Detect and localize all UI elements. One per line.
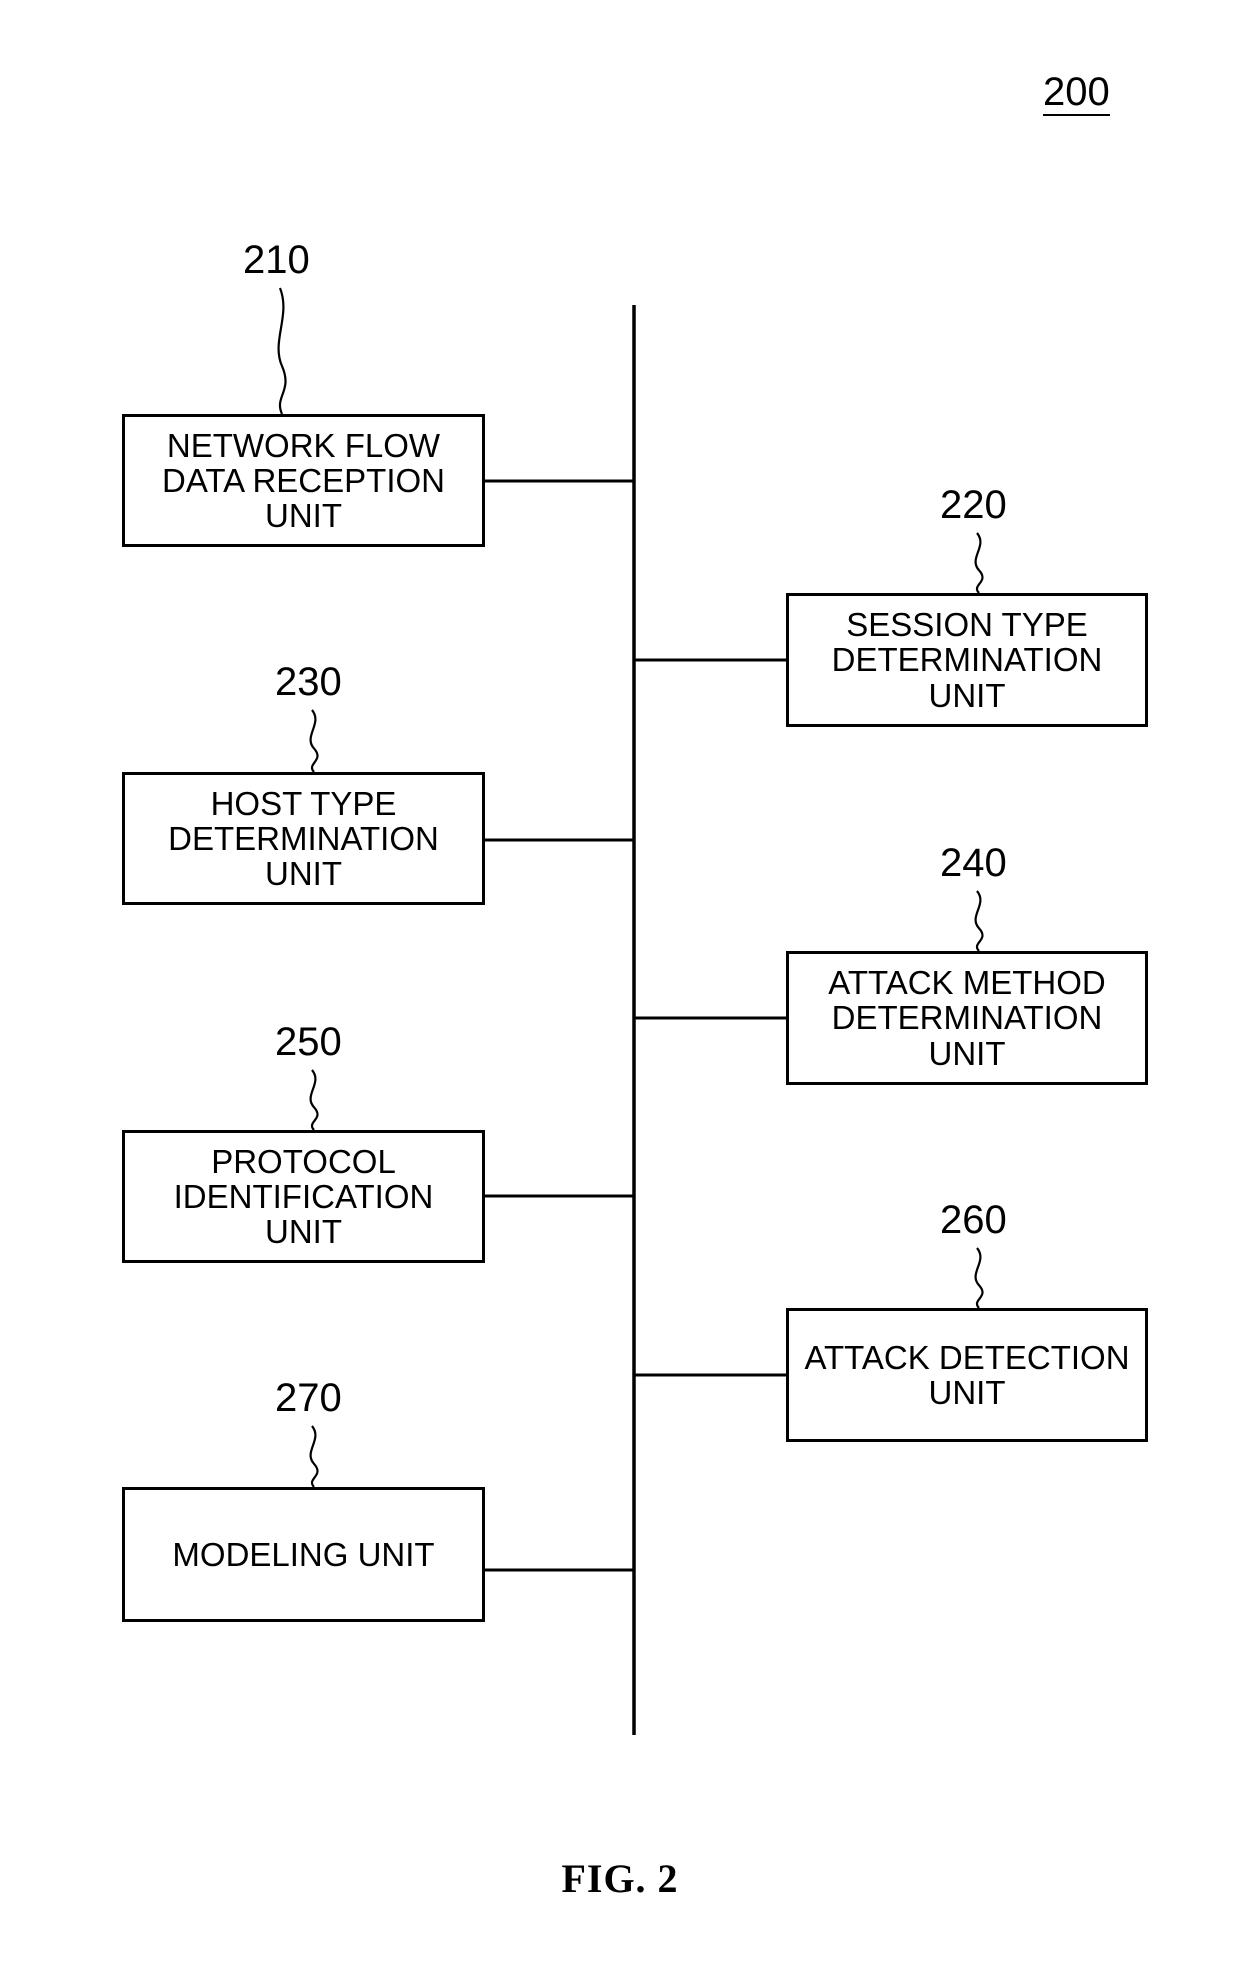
unit-box-240: ATTACK METHOD DETERMINATION UNIT (786, 951, 1148, 1085)
unit-box-220: SESSION TYPE DETERMINATION UNIT (786, 593, 1148, 727)
unit-label-240: ATTACK METHOD DETERMINATION UNIT (828, 964, 1106, 1072)
unit-box-210: NETWORK FLOW DATA RECEPTION UNIT (122, 414, 485, 547)
unit-label-220: SESSION TYPE DETERMINATION UNIT (831, 606, 1103, 714)
unit-box-230: HOST TYPE DETERMINATION UNIT (122, 772, 485, 905)
unit-box-270: MODELING UNIT (122, 1487, 485, 1622)
reference-number-250: 250 (275, 1020, 342, 1064)
reference-number-230: 230 (275, 660, 342, 704)
unit-label-230: HOST TYPE DETERMINATION UNIT (168, 784, 439, 893)
unit-box-260: ATTACK DETECTION UNIT (786, 1308, 1148, 1442)
unit-label-270: MODELING UNIT (172, 1535, 435, 1573)
figure-caption: FIG. 2 (561, 1856, 679, 1901)
unit-label-260: ATTACK DETECTION UNIT (804, 1338, 1130, 1411)
reference-number-240: 240 (940, 841, 1007, 885)
unit-label-250: PROTOCOL IDENTIFICATION UNIT (173, 1142, 434, 1251)
reference-number-220: 220 (940, 483, 1007, 527)
patent-figure-page: 200 NETWORK FLOW DATA RECEPTION UNIT SESS… (0, 0, 1240, 1974)
unit-label-210: NETWORK FLOW DATA RECEPTION UNIT (162, 426, 445, 535)
reference-number-210: 210 (243, 238, 310, 282)
reference-number-270: 270 (275, 1376, 342, 1420)
unit-box-250: PROTOCOL IDENTIFICATION UNIT (122, 1130, 485, 1263)
reference-number-260: 260 (940, 1198, 1007, 1242)
